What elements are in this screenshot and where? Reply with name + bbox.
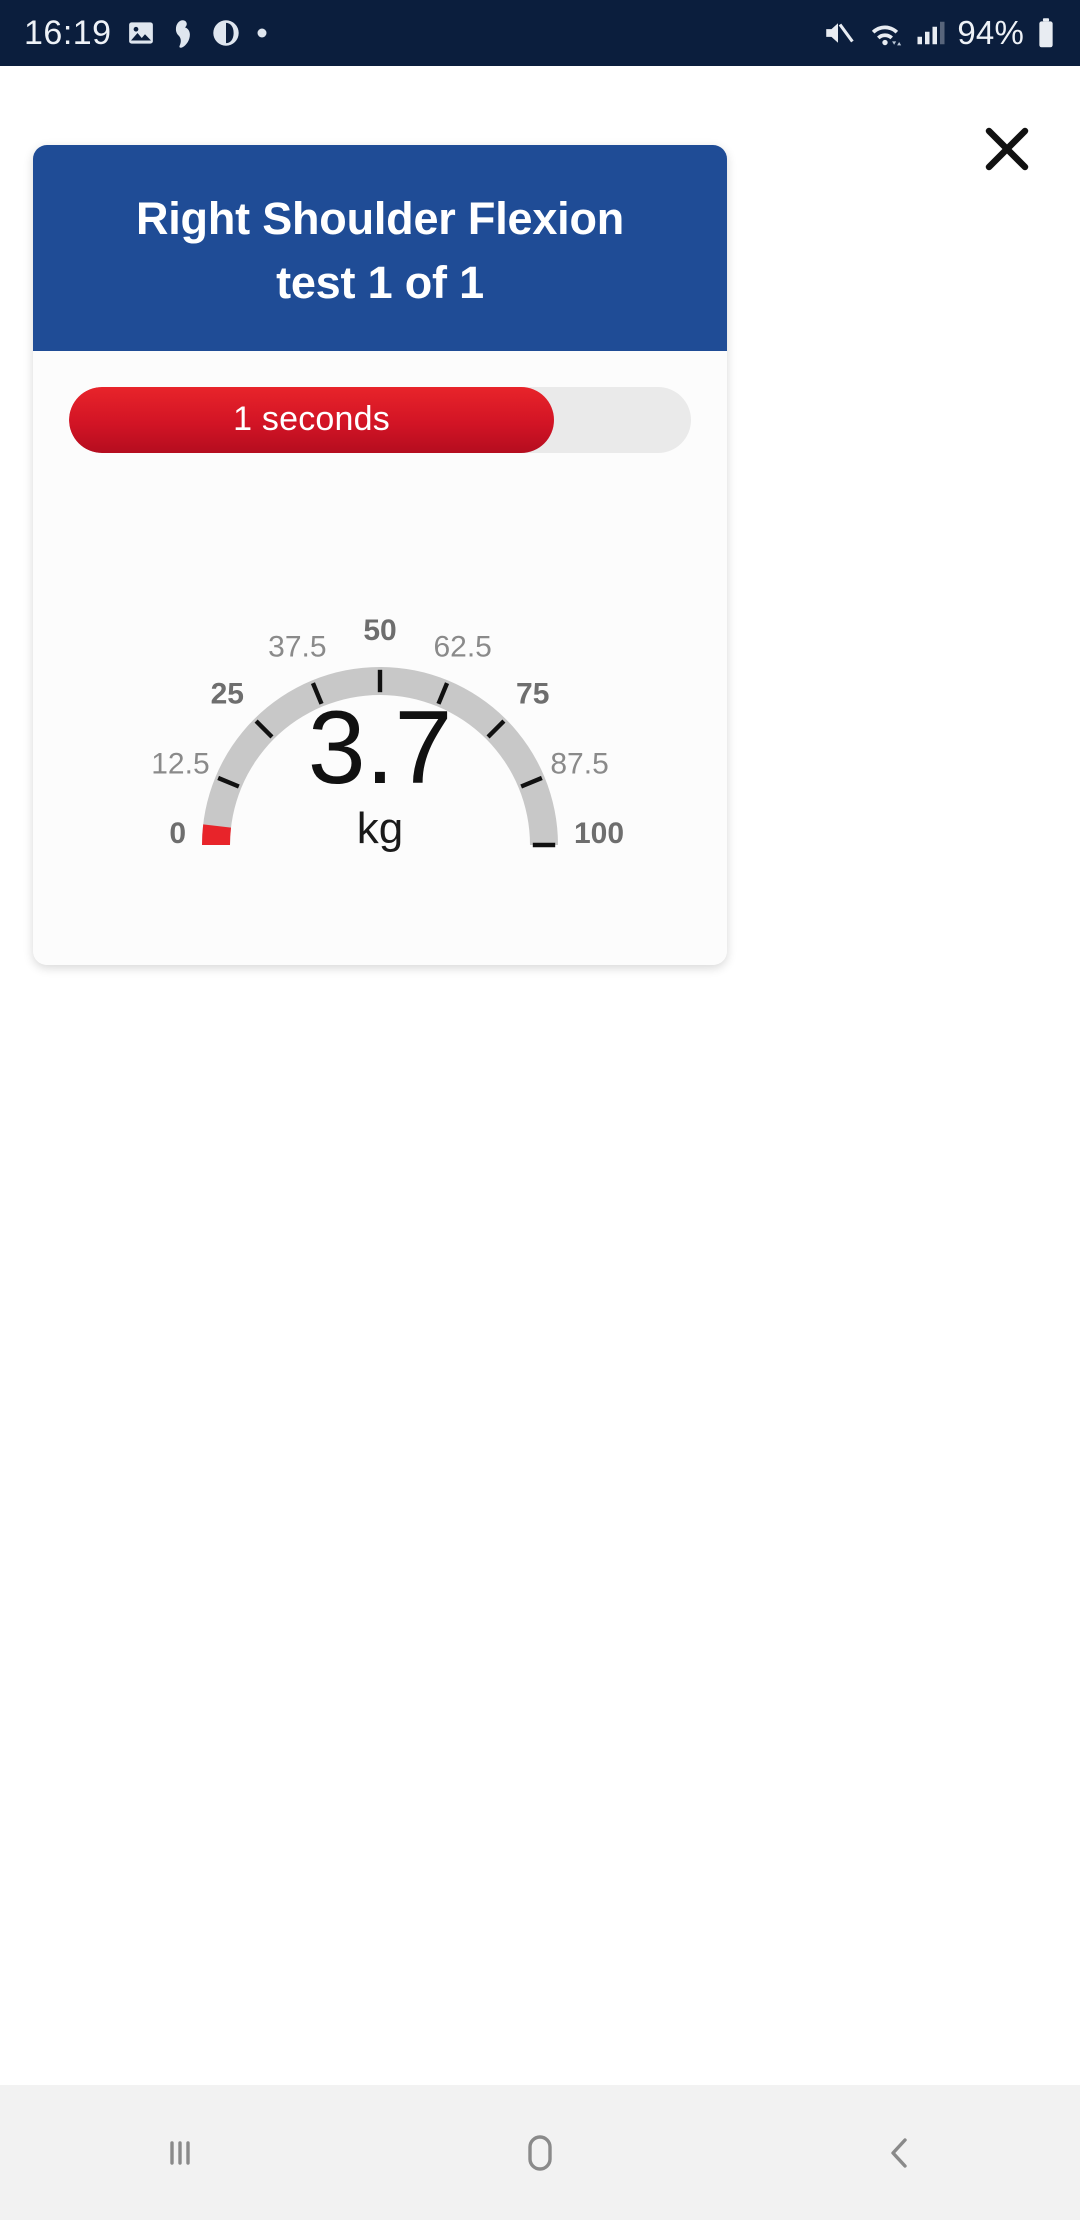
svg-text:87.5: 87.5 xyxy=(550,747,608,780)
recents-button[interactable] xyxy=(90,2085,270,2220)
gauge-svg: 0 12.5 25 37.5 50 62.5 75 87.5 100 3.7kg xyxy=(151,614,624,853)
back-button[interactable] xyxy=(810,2085,990,2220)
timer-progress-bar: 1 seconds xyxy=(69,386,691,453)
svg-text:100: 100 xyxy=(574,817,624,850)
recents-icon xyxy=(170,2140,190,2165)
home-button[interactable] xyxy=(450,2085,630,2220)
card-title-line-1: Right Shoulder Flexion xyxy=(135,193,625,244)
card-title-line-2: test 1 of 1 xyxy=(276,256,484,308)
status-bar: 16:19 94% xyxy=(0,0,1080,66)
status-clock: 16:19 xyxy=(24,13,112,52)
card-title: Right Shoulder Flexion test 1 of 1 xyxy=(63,187,697,315)
gauge-unit: kg xyxy=(357,804,403,853)
svg-text:37.5: 37.5 xyxy=(268,630,326,663)
svg-text:50: 50 xyxy=(363,614,396,647)
dot-icon xyxy=(254,25,270,41)
status-bar-right: 94% xyxy=(821,14,1056,52)
gauge-value: 3.7 xyxy=(308,690,453,806)
image-icon xyxy=(126,18,156,48)
battery-percent-label: 94% xyxy=(957,14,1024,51)
card-header: Right Shoulder Flexion test 1 of 1 xyxy=(33,145,727,351)
svg-text:62.5: 62.5 xyxy=(433,630,491,663)
wifi-icon xyxy=(867,17,903,49)
svg-text:25: 25 xyxy=(211,677,244,710)
signal-icon xyxy=(915,17,945,49)
moon-phase-icon xyxy=(212,18,240,48)
mute-icon xyxy=(821,17,855,49)
svg-text:0: 0 xyxy=(169,817,186,850)
app-screen: 16:19 94% Right Shoulder Flexion test 1 … xyxy=(0,0,1080,2220)
close-button[interactable] xyxy=(976,118,1038,180)
test-card: Right Shoulder Flexion test 1 of 1 1 sec… xyxy=(33,145,727,965)
force-gauge: 0 12.5 25 37.5 50 62.5 75 87.5 100 3.7 kg xyxy=(69,515,691,935)
status-bar-left: 16:19 xyxy=(24,14,270,53)
system-navigation-bar xyxy=(0,2085,1080,2220)
svg-text:75: 75 xyxy=(516,677,549,710)
battery-icon xyxy=(1036,17,1056,49)
card-body: 1 seconds 0 12.5 25 37.5 50 62.5 75 87.5 100 3.7 k… xyxy=(33,350,727,965)
back-icon xyxy=(891,2137,907,2168)
home-icon xyxy=(528,2134,552,2171)
svg-text:12.5: 12.5 xyxy=(151,747,209,780)
close-icon xyxy=(985,127,1029,171)
pregnancy-app-icon xyxy=(170,18,198,48)
timer-progress-fill: 1 seconds xyxy=(69,386,555,453)
timer-progress-label: 1 seconds xyxy=(233,400,390,439)
